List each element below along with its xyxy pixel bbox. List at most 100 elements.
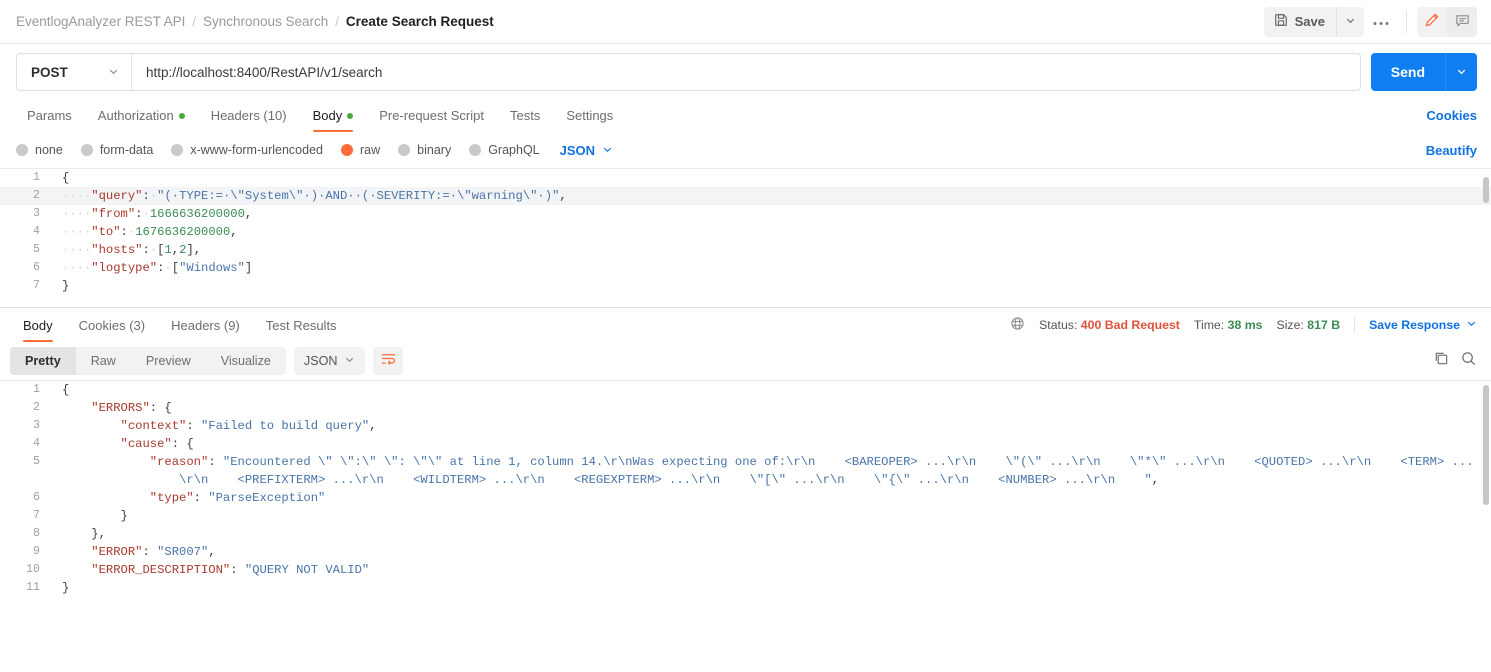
view-mode-pretty[interactable]: Pretty <box>10 347 76 375</box>
copy-icon[interactable] <box>1433 350 1450 372</box>
status-dot-icon <box>347 112 354 119</box>
code-token: "query" <box>91 189 143 203</box>
tab-body[interactable]: Body <box>300 108 367 132</box>
body-type-label: raw <box>360 143 381 157</box>
code-token: "ParseException" <box>208 491 326 505</box>
body-type-binary[interactable]: binary <box>398 143 451 157</box>
body-type-graphql[interactable]: GraphQL <box>469 143 540 157</box>
code-token: } <box>91 527 99 541</box>
comments-button[interactable] <box>1447 6 1477 37</box>
save-response-button[interactable]: Save Response <box>1369 318 1477 332</box>
response-format-select[interactable]: JSON <box>293 347 366 375</box>
response-tab-body[interactable]: Body <box>10 318 66 342</box>
request-editor-scrollbar[interactable] <box>1483 177 1489 203</box>
tab-params[interactable]: Params <box>14 108 85 132</box>
beautify-link[interactable]: Beautify <box>1426 143 1477 158</box>
send-group: Send <box>1370 53 1477 91</box>
code-line: 2 ····"query":·"(·TYPE:=·\"System\"·)·AND… <box>0 187 1491 205</box>
tab-authorization[interactable]: Authorization <box>85 108 198 132</box>
save-options-button[interactable] <box>1336 6 1364 37</box>
code-line-continuation: \r\n <PREFIXTERM> ...\r\n <WILDTERM> ...… <box>0 471 1491 489</box>
body-type-form-data[interactable]: form-data <box>80 143 153 157</box>
code-text: ····"query":·"(·TYPE:=·\"System\"·)·AND·… <box>52 187 1491 205</box>
tab-tests[interactable]: Tests <box>497 108 553 132</box>
size-label: Size: <box>1276 318 1304 332</box>
view-mode-preview[interactable]: Preview <box>131 347 206 375</box>
code-token: ···· <box>62 243 92 257</box>
right-pane-toggles <box>1417 6 1477 37</box>
body-type-label: none <box>35 143 63 157</box>
code-token: : <box>230 563 245 577</box>
response-tab-headers[interactable]: Headers (9) <box>158 318 253 342</box>
code-token: "cause" <box>120 437 172 451</box>
body-type-label: binary <box>417 143 452 157</box>
code-token: "hosts" <box>91 243 143 257</box>
tab-pre-request-script[interactable]: Pre-request Script <box>366 108 497 132</box>
response-view-mode-group: Pretty Raw Preview Visualize <box>10 347 286 375</box>
radio-icon <box>80 144 93 156</box>
code-text: "cause": { <box>52 435 1491 453</box>
globe-icon <box>1010 316 1025 334</box>
response-tab-cookies[interactable]: Cookies (3) <box>66 318 158 342</box>
response-editor-scrollbar[interactable] <box>1483 385 1489 505</box>
code-token: : <box>208 455 223 469</box>
view-mode-raw[interactable]: Raw <box>76 347 131 375</box>
body-type-x-www-form-urlencoded[interactable]: x-www-form-urlencoded <box>171 143 323 157</box>
response-code-area[interactable]: 1{2 "ERRORS": {3 "context": "Failed to b… <box>0 381 1491 672</box>
request-url-row: POST Send <box>0 44 1491 100</box>
code-token: : <box>171 437 187 451</box>
breadcrumb-item-request[interactable]: Create Search Request <box>346 14 494 29</box>
code-token: "ERRORS" <box>91 401 150 415</box>
tab-settings[interactable]: Settings <box>553 108 626 132</box>
code-token: : <box>142 189 150 203</box>
code-token: "reason" <box>149 455 209 469</box>
search-icon[interactable] <box>1460 350 1477 372</box>
response-body-editor[interactable]: 1{2 "ERRORS": {3 "context": "Failed to b… <box>0 380 1491 672</box>
send-options-button[interactable] <box>1445 53 1477 91</box>
code-line: 11} <box>0 579 1491 597</box>
breadcrumb-item-collection[interactable]: EventlogAnalyzer REST API <box>16 14 185 29</box>
more-actions-button[interactable] <box>1366 7 1396 37</box>
code-text: ····"from":·1666636200000, <box>52 205 1491 223</box>
breadcrumb-item-folder[interactable]: Synchronous Search <box>203 14 328 29</box>
send-button[interactable]: Send <box>1370 53 1445 91</box>
body-type-none[interactable]: none <box>16 143 63 157</box>
code-token: "ERROR_DESCRIPTION" <box>91 563 231 577</box>
request-code-area[interactable]: 1{2 ····"query":·"(·TYPE:=·\"System\"·)·A… <box>0 169 1491 307</box>
code-line: 6 "type": "ParseException" <box>0 489 1491 507</box>
tab-headers[interactable]: Headers (10) <box>198 108 300 132</box>
tab-label: Body <box>23 318 53 333</box>
code-text: ····"hosts":·[1,2], <box>52 241 1491 259</box>
response-tab-test-results[interactable]: Test Results <box>253 318 350 342</box>
line-number: 7 <box>33 509 40 522</box>
response-toolbar: Pretty Raw Preview Visualize JSON <box>0 342 1491 380</box>
breadcrumb-separator: / <box>335 14 339 29</box>
body-type-raw[interactable]: raw <box>341 143 380 157</box>
http-method-select[interactable]: POST <box>17 54 132 90</box>
code-token: "to" <box>91 225 121 239</box>
edit-documentation-button[interactable] <box>1417 6 1447 37</box>
code-token: 1676636200000 <box>135 225 231 239</box>
http-method-value: POST <box>31 64 68 80</box>
cookies-link[interactable]: Cookies <box>1426 108 1477 132</box>
tab-label: Headers (10) <box>210 108 287 123</box>
request-body-editor[interactable]: 1{2 ····"query":·"(·TYPE:=·\"System\"·)·A… <box>0 168 1491 308</box>
code-token: "Windows" <box>179 261 245 275</box>
body-type-label: x-www-form-urlencoded <box>190 143 323 157</box>
code-token: ···· <box>62 207 92 221</box>
code-token: 1666636200000 <box>149 207 245 221</box>
body-format-value: JSON <box>559 142 596 158</box>
url-input[interactable] <box>132 54 1360 90</box>
chevron-down-icon <box>1456 65 1467 80</box>
code-text: ····"to":·1676636200000, <box>52 223 1491 241</box>
word-wrap-button[interactable] <box>373 347 404 375</box>
save-group: Save <box>1263 6 1364 37</box>
code-token: 1 <box>164 243 172 257</box>
view-mode-visualize[interactable]: Visualize <box>206 347 286 375</box>
size-readout: Size: 817 B <box>1277 318 1341 332</box>
save-button[interactable]: Save <box>1263 6 1336 37</box>
postman-window: EventlogAnalyzer REST API / Synchronous … <box>0 0 1491 672</box>
line-number: 2 <box>33 401 40 414</box>
body-format-select[interactable]: JSON <box>560 143 613 158</box>
breadcrumb: EventlogAnalyzer REST API / Synchronous … <box>16 14 494 29</box>
